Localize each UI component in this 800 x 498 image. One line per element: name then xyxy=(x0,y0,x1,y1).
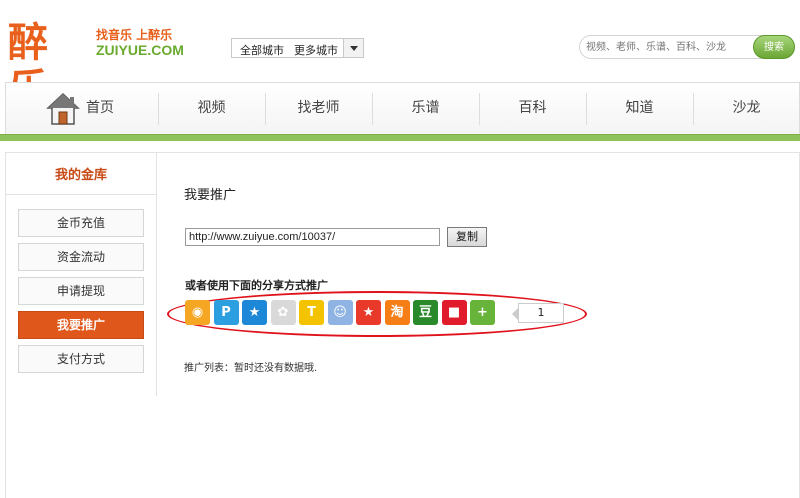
search-box: 搜索 xyxy=(579,35,795,59)
tianya-share-icon[interactable]: T xyxy=(299,300,324,325)
sidebar-item-promote[interactable]: 我要推广 xyxy=(18,311,144,339)
search-input[interactable] xyxy=(586,38,746,56)
site-header: 醉乐 找音乐 上醉乐 ZUIYUE.COM 全部城市 更多城市 搜索 xyxy=(0,0,800,112)
sidebar-item-withdraw[interactable]: 申请提现 xyxy=(18,277,144,305)
copy-button[interactable]: 复制 xyxy=(447,227,487,247)
home-icon[interactable] xyxy=(46,92,80,126)
taobao-share-icon[interactable]: 淘 xyxy=(384,300,410,325)
share-count-badge: 1 xyxy=(512,303,564,323)
renren-share-icon[interactable]: ✿ xyxy=(270,300,296,325)
sidebar-divider xyxy=(5,194,157,195)
city-current[interactable]: 全部城市 xyxy=(240,42,284,58)
nav-sheet-music[interactable]: 乐谱 xyxy=(372,83,479,134)
douban-share-icon[interactable]: 豆 xyxy=(413,300,438,325)
logo-slogan: 找音乐 上醉乐 xyxy=(96,28,173,42)
kaixin-share-icon[interactable]: ☺ xyxy=(327,300,353,325)
more-share-icon[interactable]: + xyxy=(470,300,495,325)
main-nav: 首页 视频 找老师 乐谱 百科 知道 沙龙 xyxy=(5,82,800,134)
sidebar-title: 我的金库 xyxy=(54,168,107,183)
qq-zone-star-share-icon[interactable]: ★ xyxy=(242,300,267,325)
sidebar-item-recharge[interactable]: 金币充值 xyxy=(18,209,144,237)
chevron-down-icon[interactable] xyxy=(343,39,363,57)
promo-list-status: 推广列表：暂时还没有数据哦. xyxy=(184,363,318,374)
nav-knowledge[interactable]: 知道 xyxy=(586,83,693,134)
baidu-share-icon[interactable]: ■ xyxy=(441,300,467,325)
sidebar-item-payment[interactable]: 支付方式 xyxy=(18,345,144,373)
nav-find-teacher[interactable]: 找老师 xyxy=(265,83,372,134)
city-more-link[interactable]: 更多城市 xyxy=(294,42,338,58)
promo-url-field[interactable] xyxy=(185,228,440,246)
page-title: 我要推广 xyxy=(184,188,237,203)
nav-videos[interactable]: 视频 xyxy=(158,83,265,134)
weibo-share-icon[interactable]: ◉ xyxy=(185,300,210,325)
sidebar: 我的金库 金币充值 资金流动 申请提现 我要推广 支付方式 xyxy=(5,152,157,396)
search-button[interactable]: 搜索 xyxy=(753,35,795,59)
qq-weibo-share-icon[interactable]: ★ xyxy=(356,300,381,325)
share-instruction: 或者使用下面的分享方式推广 xyxy=(185,279,328,292)
qq-space-share-icon[interactable]: P xyxy=(213,300,239,325)
nav-underline-bar xyxy=(0,134,800,141)
sidebar-item-fund-flow[interactable]: 资金流动 xyxy=(18,243,144,271)
nav-home[interactable]: 首页 xyxy=(86,83,126,134)
logo-domain: ZUIYUE.COM xyxy=(96,42,184,58)
city-selector[interactable]: 全部城市 更多城市 xyxy=(231,38,364,58)
nav-encyclopedia[interactable]: 百科 xyxy=(479,83,586,134)
nav-salon[interactable]: 沙龙 xyxy=(693,83,800,134)
